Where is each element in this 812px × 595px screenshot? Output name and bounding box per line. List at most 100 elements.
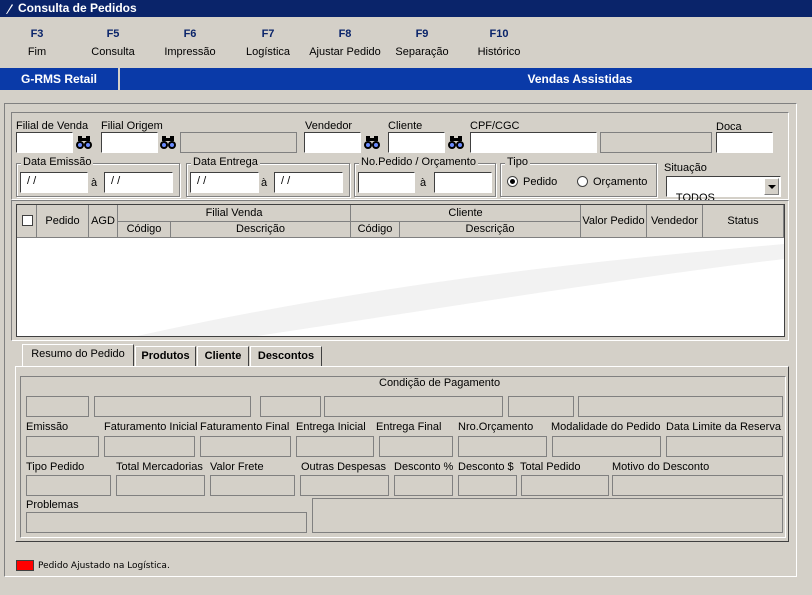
tab-resumo-pedido[interactable]: Resumo do Pedido (22, 344, 134, 367)
desconto-valor-label: Desconto $ (458, 461, 514, 473)
total-mercadorias-label: Total Mercadorias (116, 461, 203, 473)
tipo-pedido-radio[interactable] (507, 176, 518, 187)
cpf-label: CPF/CGC (470, 120, 520, 132)
legend-text: Pedido Ajustado na Logística. (38, 561, 170, 571)
situacao-label: Situação (664, 162, 707, 174)
cpf-input[interactable] (470, 132, 597, 153)
problemas-descricao (312, 498, 783, 533)
filial-venda-label: Filial de Venda (16, 120, 89, 132)
ate-label: à (420, 177, 427, 189)
emissao-label: Emissão (26, 421, 69, 433)
fim-button[interactable]: F3 Fim (0, 27, 77, 58)
nro-orcamento-field (458, 436, 547, 457)
problemas-field (26, 512, 307, 533)
col-cliente-descricao[interactable]: Descrição (400, 222, 581, 238)
chevron-down-icon (768, 185, 776, 189)
col-valor-pedido[interactable]: Valor Pedido (581, 205, 647, 238)
tab-produtos[interactable]: Produtos (135, 346, 196, 366)
col-filial-codigo[interactable]: Código (118, 222, 171, 238)
total-mercadorias-field (116, 475, 205, 496)
fkey-label: F6 (183, 28, 197, 40)
modalidade-field (552, 436, 661, 457)
tab-cliente[interactable]: Cliente (197, 346, 249, 366)
valor-frete-label: Valor Frete (210, 461, 264, 473)
col-cliente-codigo[interactable]: Código (351, 222, 400, 238)
col-agd[interactable]: AGD (89, 205, 118, 238)
entrega-final-label: Entrega Final (376, 421, 442, 433)
condicao-codigo (260, 396, 321, 417)
separacao-button[interactable]: F9 Separação (382, 27, 462, 58)
col-pedido[interactable]: Pedido (37, 205, 89, 238)
cliente-nome-display (600, 132, 712, 153)
outras-despesas-field (300, 475, 389, 496)
col-vendedor[interactable]: Vendedor (647, 205, 703, 238)
motivo-desconto-field (612, 475, 783, 496)
nro-orcamento-label: Nro.Orçamento (458, 421, 534, 433)
binoculars-icon[interactable] (75, 133, 93, 151)
tipo-pedido-label: Tipo Pedido (26, 461, 85, 473)
binoculars-icon[interactable] (159, 133, 177, 151)
tipo-pedido-label: Pedido (523, 176, 558, 188)
orders-grid[interactable]: Pedido AGD Filial Venda Código Descrição… (16, 204, 785, 337)
faturamento-final-field (200, 436, 291, 457)
ajustar-pedido-button[interactable]: F8 Ajustar Pedido (305, 27, 385, 58)
outras-despesas-label: Outras Despesas (301, 461, 386, 473)
desconto-pct-label: Desconto % (394, 461, 454, 473)
data-entrega-from[interactable]: / / (190, 172, 259, 193)
col-cliente: Cliente (351, 205, 581, 222)
ate-label: à (91, 177, 98, 189)
data-limite-field (666, 436, 783, 457)
title-bar: Consulta de Pedidos (0, 0, 812, 17)
app-banner: G-RMS Retail Vendas Assistidas (0, 68, 812, 90)
tipo-orcamento-radio[interactable] (577, 176, 588, 187)
data-entrega-to[interactable]: / / (274, 172, 343, 193)
fkey-text: Fim (27, 46, 47, 58)
doca-input[interactable] (716, 132, 773, 153)
resumo-field (578, 396, 783, 417)
ate-label: à (261, 177, 268, 189)
fkey-label: F3 (30, 28, 44, 40)
resumo-field (26, 396, 89, 417)
total-pedido-label: Total Pedido (520, 461, 581, 473)
vendedor-input[interactable] (304, 132, 361, 153)
grid-select-header (17, 205, 37, 238)
pedido-to[interactable] (434, 172, 492, 193)
col-filial-descricao[interactable]: Descrição (171, 222, 351, 238)
filial-origem-descricao (180, 132, 297, 153)
tipo-label: Tipo (505, 156, 530, 168)
fkey-label: F7 (261, 28, 275, 40)
fkey-label: F9 (415, 28, 429, 40)
resumo-field (508, 396, 574, 417)
entrega-inicial-field (296, 436, 374, 457)
historico-button[interactable]: F10 Histórico (459, 27, 539, 58)
logistica-button[interactable]: F7 Logística (228, 27, 308, 58)
impressao-button[interactable]: F6 Impressão (150, 27, 230, 58)
resumo-field (94, 396, 251, 417)
binoculars-icon[interactable] (447, 133, 465, 151)
data-entrega-label: Data Entrega (191, 156, 260, 168)
fkey-label: F10 (489, 28, 509, 40)
filial-venda-input[interactable] (16, 132, 73, 153)
pedido-from[interactable] (358, 172, 415, 193)
situacao-dropdown-button[interactable] (764, 178, 779, 195)
faturamento-inicial-field (104, 436, 195, 457)
desconto-valor-field (458, 475, 517, 496)
data-emissao-to[interactable]: / / (104, 172, 173, 193)
fkey-text: Consulta (91, 46, 135, 58)
consulta-button[interactable]: F5 Consulta (73, 27, 153, 58)
cliente-input[interactable] (388, 132, 445, 153)
faturamento-final-label: Faturamento Final (200, 421, 290, 433)
tab-descontos[interactable]: Descontos (250, 346, 322, 366)
fkey-label: F8 (338, 28, 352, 40)
filial-origem-input[interactable] (101, 132, 158, 153)
data-emissao-from[interactable]: / / (20, 172, 88, 193)
entrega-inicial-label: Entrega Inicial (296, 421, 366, 433)
select-all-checkbox[interactable] (22, 215, 33, 226)
col-status[interactable]: Status (703, 205, 784, 238)
data-limite-label: Data Limite da Reserva (666, 421, 781, 433)
condicao-pagamento-label: Condição de Pagamento (379, 377, 501, 389)
col-filial-venda: Filial Venda (118, 205, 351, 222)
fkey-text: Separação (395, 46, 449, 58)
fkey-text: Histórico (477, 46, 521, 58)
binoculars-icon[interactable] (363, 133, 381, 151)
